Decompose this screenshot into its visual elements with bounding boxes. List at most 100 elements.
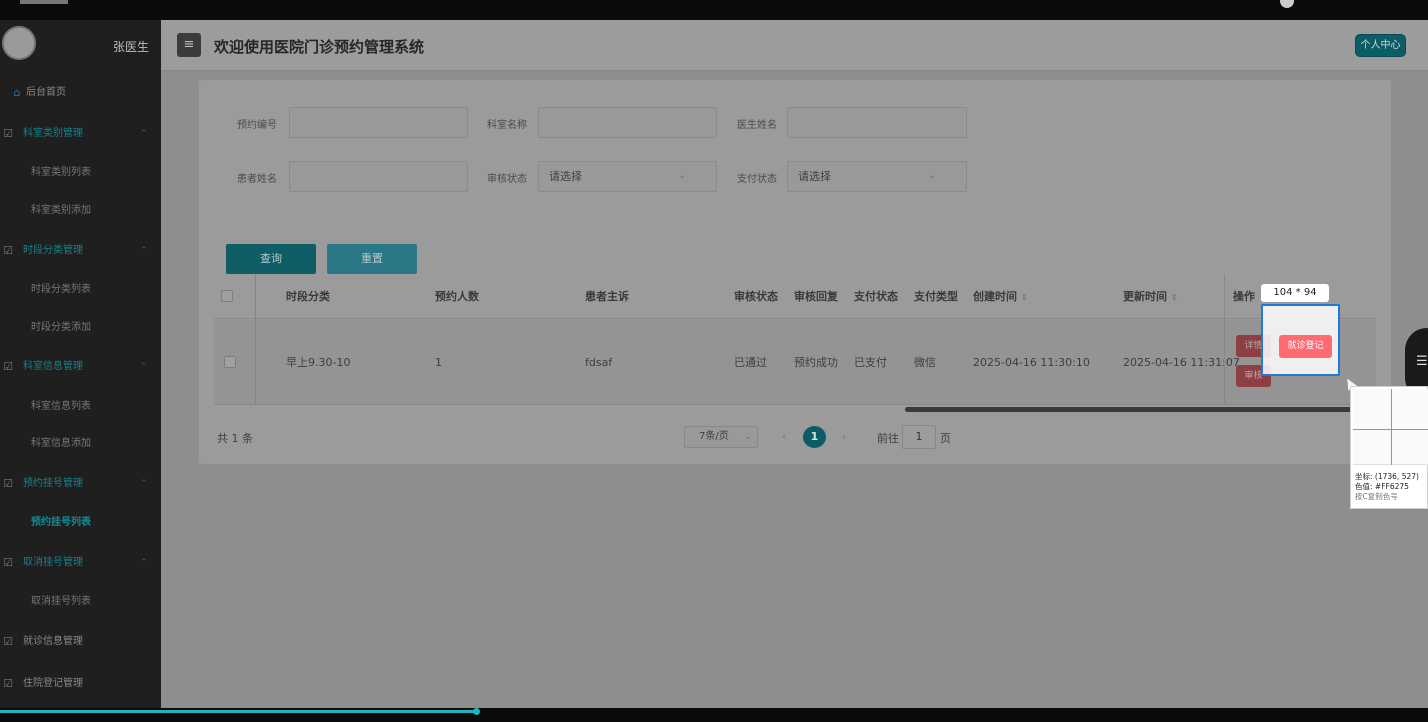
department-name-input[interactable] (538, 107, 717, 138)
doctor-name-input[interactable] (787, 107, 967, 138)
next-page-icon[interactable]: › (842, 426, 846, 448)
page-size-select[interactable]: 7条/页 ⌄ (684, 426, 758, 448)
window-title-fragment (20, 0, 68, 4)
reset-button[interactable]: 重置 (327, 244, 417, 274)
sidebar-item-label: 科室类别添加 (31, 205, 91, 216)
chevron-up-icon: ⌃ (140, 479, 148, 489)
sidebar-item-label: 科室类别管理 (23, 128, 83, 139)
appointment-no-label: 预约编号 (237, 120, 277, 131)
col-pay-type: 支付类型 (914, 290, 958, 303)
page-size-value: 7条/页 (699, 431, 729, 442)
horizontal-scrollbar[interactable] (905, 407, 1375, 412)
sidebar-item-time-slot[interactable]: ☑ 时段分类管理 ⌃ (0, 236, 161, 266)
visit-register-button[interactable]: 就诊登记 (1279, 335, 1332, 358)
sidebar-item-department-category-add[interactable]: 科室类别添加 (0, 196, 161, 226)
sidebar-item-department-info-list[interactable]: 科室信息列表 (0, 392, 161, 422)
chevron-up-icon: ⌃ (140, 558, 148, 568)
page-number-current[interactable]: 1 (803, 426, 826, 448)
color-picker-magnifier: 坐标: (1736, 527) 色值: #FF6275 按C复制色号 (1350, 386, 1428, 509)
col-created-header[interactable]: 创建时间 ⇕ (973, 274, 1028, 319)
sidebar-item-department-category-list[interactable]: 科室类别列表 (0, 158, 161, 188)
table-header: 时段分类 预约人数 患者主诉 审核状态 审核回复 支付状态 支付类型 创建时间 … (214, 274, 1376, 319)
sidebar-item-appointment-list[interactable]: 预约挂号列表 (0, 508, 161, 538)
sidebar-item-cancel-appointment[interactable]: ☑ 取消挂号管理 ⌃ (0, 548, 161, 578)
sidebar-item-label: 住院登记管理 (23, 678, 83, 689)
sidebar-item-home[interactable]: ⌂ 后台首页 (0, 78, 161, 108)
copy-hint: 按C复制色号 (1355, 492, 1398, 501)
progress-handle[interactable] (473, 708, 480, 715)
measure-dimension-label: 104 * 94 (1261, 284, 1329, 302)
cell-created: 2025-04-16 11:30:10 (973, 356, 1090, 369)
sidebar-item-department-info[interactable]: ☑ 科室信息管理 ⌃ (0, 352, 161, 382)
os-top-strip (0, 0, 1428, 20)
chevron-down-icon: ⌄ (928, 171, 936, 181)
sidebar-item-hospitalization[interactable]: ☑ 住院登记管理 (0, 669, 161, 699)
sidebar-item-department-info-add[interactable]: 科室信息添加 (0, 429, 161, 459)
pay-status-value: 请选择 (798, 170, 831, 183)
chevron-down-icon: ⌄ (678, 171, 686, 181)
cell-pay-type: 微信 (914, 356, 936, 369)
sidebar-item-label: 科室信息添加 (31, 438, 91, 449)
query-button[interactable]: 查询 (226, 244, 316, 274)
header: ≡ 欢迎使用医院门诊预约管理系统 个人中心 (161, 20, 1428, 71)
pay-status-select[interactable]: 请选择 ⌄ (787, 161, 967, 192)
pay-status-label: 支付状态 (737, 174, 777, 185)
menu-toggle-button[interactable]: ≡ (177, 33, 201, 57)
edit-icon: ☑ (3, 244, 13, 257)
user-name: 张医生 (113, 40, 150, 54)
row-checkbox[interactable] (224, 356, 236, 368)
col-complaint: 患者主诉 (585, 290, 629, 303)
sidebar-item-visit-info[interactable]: ☑ 就诊信息管理 (0, 627, 161, 657)
profile-button[interactable]: 个人中心 (1355, 34, 1406, 57)
col-updated-header[interactable]: 更新时间 ⇕ (1123, 274, 1178, 319)
review-status-label: 审核状态 (487, 174, 527, 185)
edit-icon: ☑ (3, 127, 13, 140)
edit-icon: ☑ (3, 477, 13, 490)
sidebar-item-cancel-appointment-list[interactable]: 取消挂号列表 (0, 587, 161, 617)
sidebar-item-label: 预约挂号管理 (23, 478, 83, 489)
main-content: ≡ 欢迎使用医院门诊预约管理系统 个人中心 预约编号 科室名称 医生姓名 患者姓… (161, 20, 1428, 708)
avatar[interactable] (2, 26, 36, 60)
edit-icon: ☑ (3, 360, 13, 373)
sidebar-item-department-category[interactable]: ☑ 科室类别管理 ⌃ (0, 119, 161, 149)
review-status-value: 请选择 (549, 170, 582, 183)
video-progress-bar[interactable] (0, 708, 1428, 722)
sidebar-item-appointment[interactable]: ☑ 预约挂号管理 ⌃ (0, 469, 161, 499)
sidebar-item-label: 时段分类管理 (23, 245, 83, 256)
review-status-select[interactable]: 请选择 ⌄ (538, 161, 717, 192)
cell-count: 1 (435, 356, 442, 369)
sidebar-item-label: 时段分类添加 (31, 322, 91, 333)
patient-name-label: 患者姓名 (237, 174, 277, 185)
edit-icon: ☑ (3, 635, 13, 648)
sidebar-item-label: 科室类别列表 (31, 167, 91, 178)
col-updated: 更新时间 (1123, 290, 1167, 303)
col-created: 创建时间 (973, 290, 1017, 303)
patient-name-input[interactable] (289, 161, 468, 192)
magnifier-view (1353, 389, 1428, 465)
edit-icon: ☑ (3, 677, 13, 690)
department-name-label: 科室名称 (487, 120, 527, 131)
sidebar-item-time-slot-add[interactable]: 时段分类添加 (0, 313, 161, 343)
prev-page-icon[interactable]: ‹ (782, 426, 786, 448)
fixed-column-divider (1224, 274, 1225, 405)
sidebar-item-label: 时段分类列表 (31, 284, 91, 295)
goto-page-input[interactable]: 1 (902, 425, 936, 449)
select-all-checkbox[interactable] (221, 290, 233, 302)
chevron-up-icon: ⌃ (140, 246, 148, 256)
total-count: 共 1 条 (217, 432, 253, 445)
cell-review-status: 已通过 (734, 356, 767, 369)
sort-icon[interactable]: ⇕ (1021, 293, 1028, 302)
cell-review-reply: 预约成功 (794, 356, 838, 369)
sort-icon[interactable]: ⇕ (1171, 293, 1178, 302)
progress-fill (0, 710, 478, 713)
list-card: 预约编号 科室名称 医生姓名 患者姓名 审核状态 请选择 ⌄ 支付状态 请选择 … (199, 80, 1391, 464)
appointment-no-input[interactable] (289, 107, 468, 138)
sidebar-item-time-slot-list[interactable]: 时段分类列表 (0, 275, 161, 305)
cell-complaint: fdsaf (585, 356, 613, 369)
col-actions: 操作 (1233, 290, 1255, 303)
os-tray-icon[interactable] (1280, 0, 1294, 8)
chevron-down-icon: ⌄ (744, 432, 751, 441)
col-time-slot: 时段分类 (286, 290, 330, 303)
fixed-column-divider (255, 274, 256, 405)
chevron-up-icon: ⌃ (140, 362, 148, 372)
